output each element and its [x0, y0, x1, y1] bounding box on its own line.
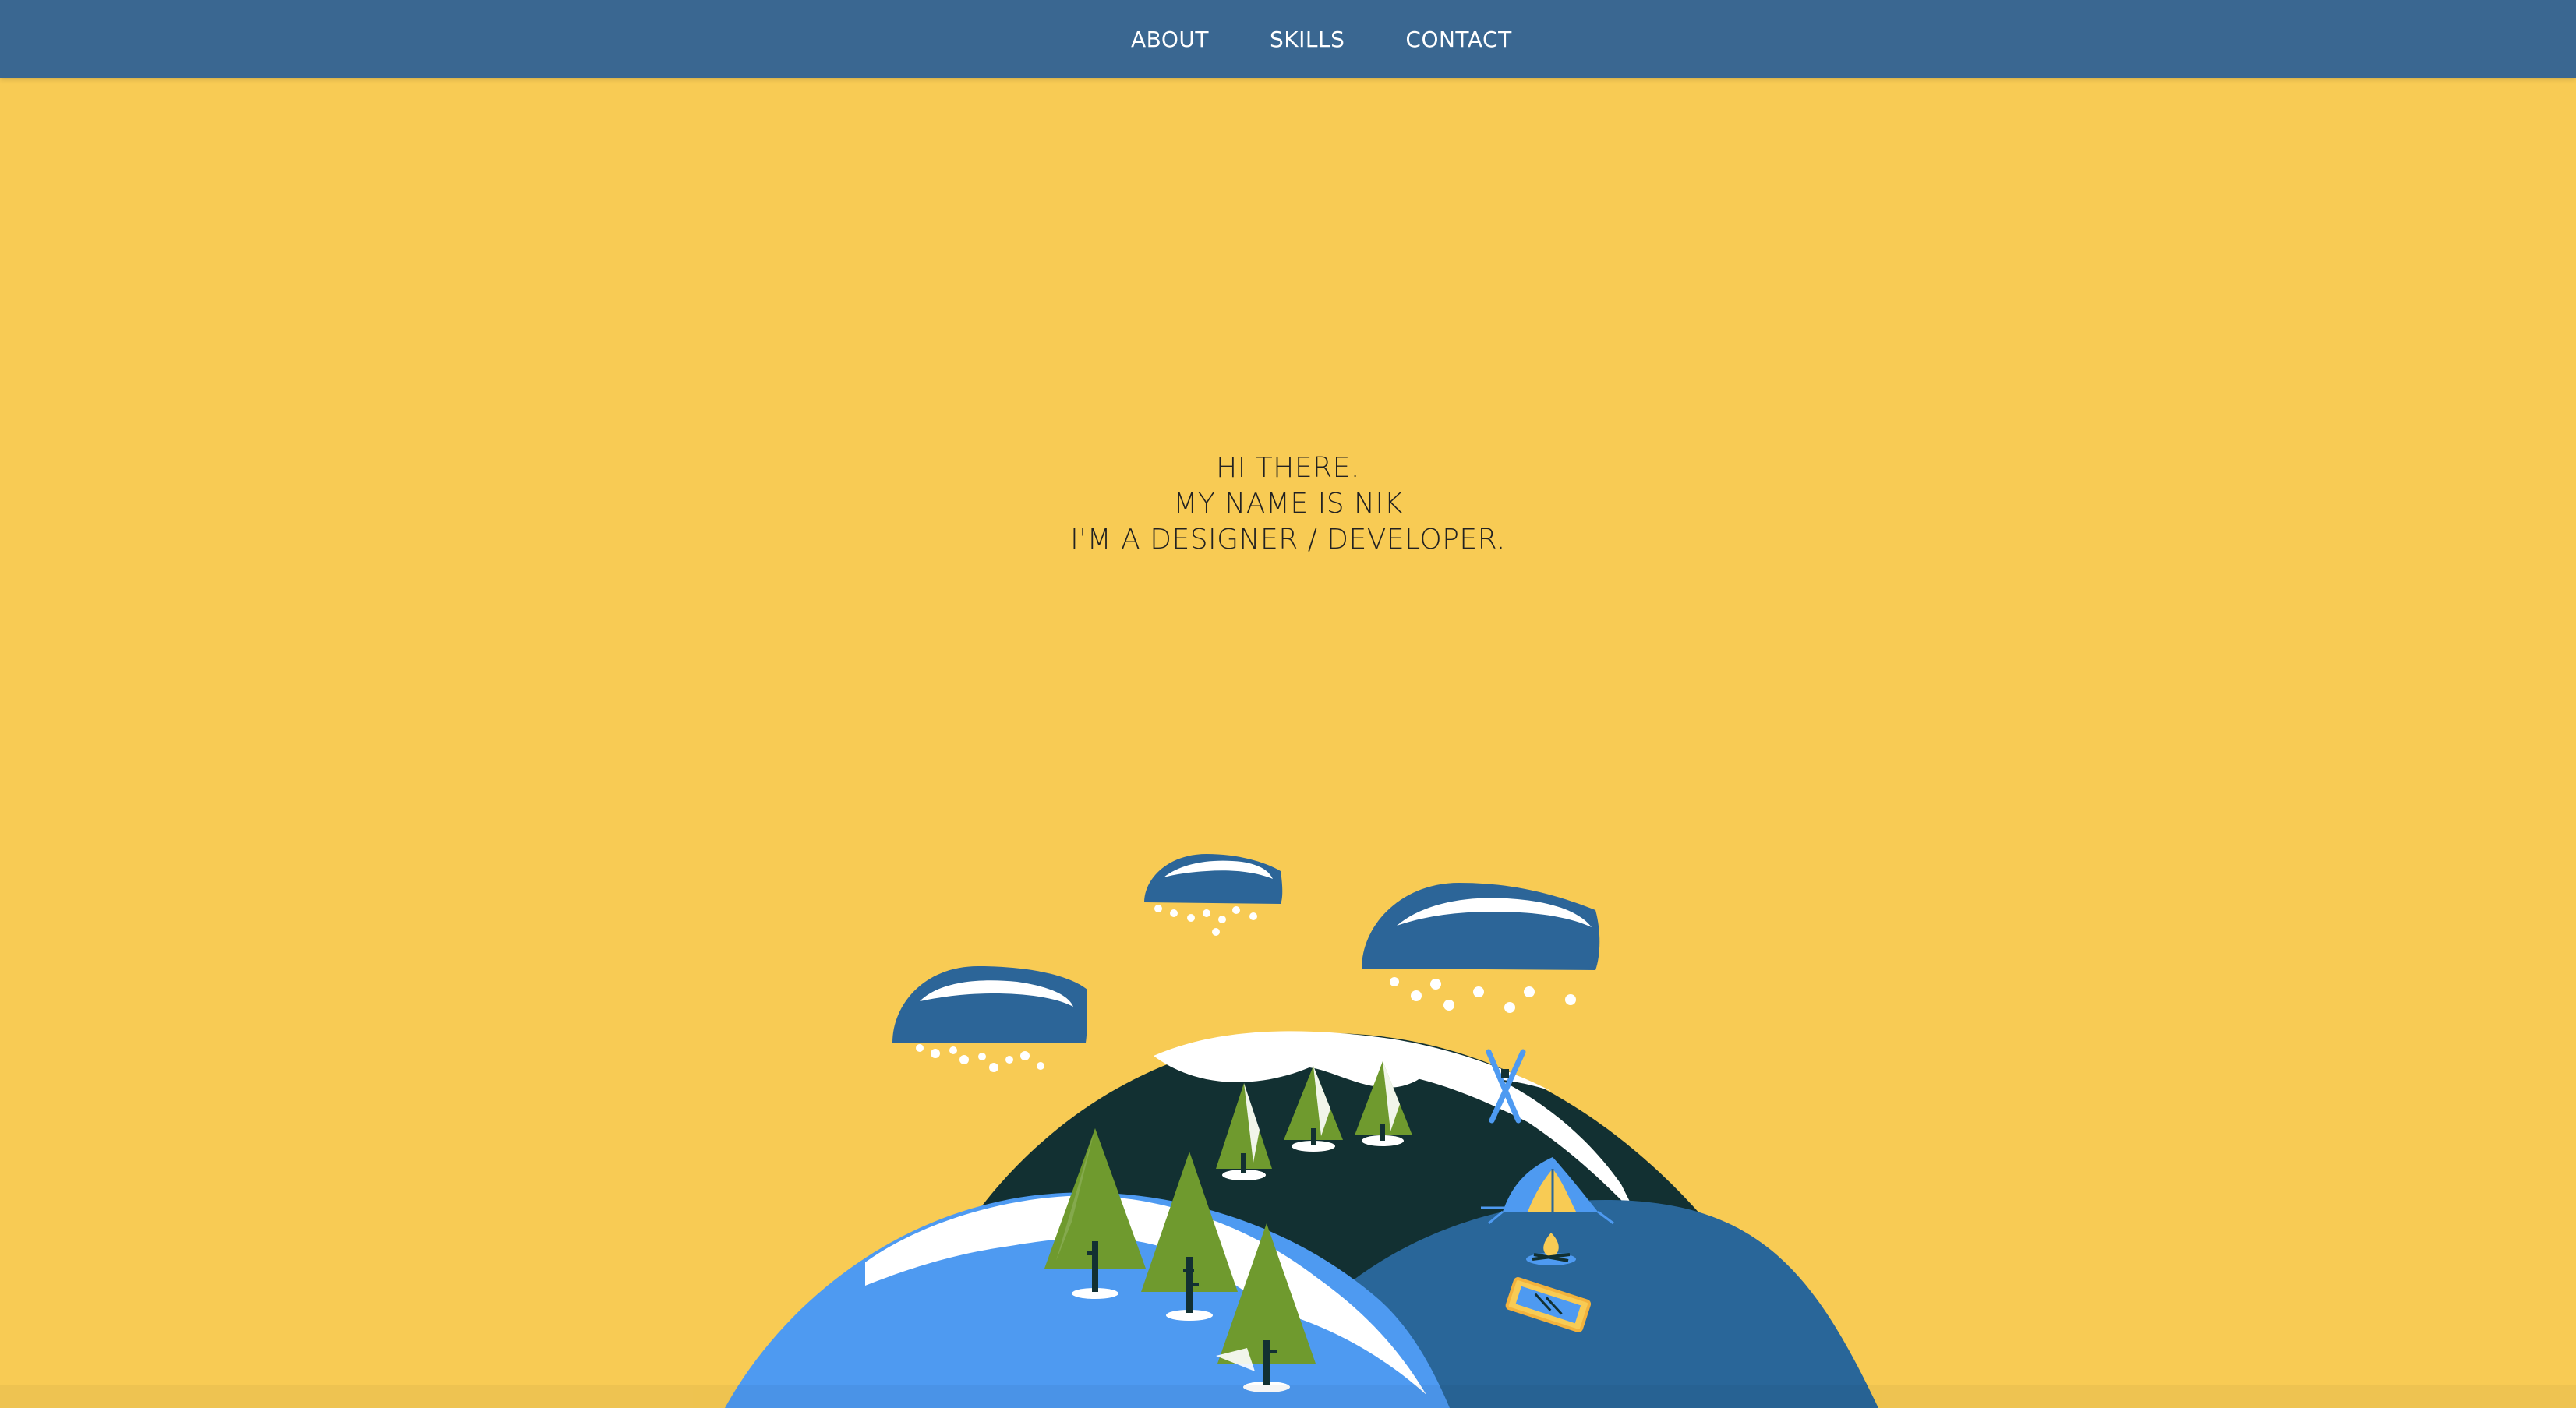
tree-icon [1044, 1128, 1146, 1299]
hero-role: I'M A DESIGNER / DEVELOPER. [1070, 524, 1506, 556]
hero-greeting: HI THERE. [1216, 452, 1360, 484]
nav-about-link[interactable]: ABOUT [1131, 26, 1209, 52]
cloud-icon [892, 966, 1087, 1072]
hero-name: MY NAME IS NIK [1173, 488, 1403, 520]
nav-skills-link[interactable]: SKILLS [1270, 26, 1345, 52]
tree-icon [1141, 1152, 1238, 1321]
dark-hill [881, 1031, 1816, 1408]
hero-intro: HI THERE. MY NAME IS NIK I'M A DESIGNER … [0, 450, 2576, 558]
tree-icon [1216, 1223, 1316, 1392]
top-nav-bar: ABOUT SKILLS CONTACT [0, 0, 2576, 78]
winter-hill-illustration [0, 854, 2576, 1408]
skis-icon [1486, 1049, 1526, 1124]
tree-icon [1284, 1066, 1343, 1152]
sled-icon [1505, 1277, 1592, 1332]
light-blue-hill-left [725, 1192, 1450, 1408]
blue-hill-right [1247, 1200, 1878, 1408]
tree-icon [1355, 1061, 1412, 1146]
cloud-icon [1144, 854, 1283, 936]
nav-contact-link[interactable]: CONTACT [1405, 26, 1511, 52]
tent-icon [1481, 1157, 1614, 1225]
campfire-icon [1526, 1233, 1576, 1265]
cloud-icon [1362, 883, 1600, 1013]
tree-icon [1216, 1083, 1272, 1180]
main-nav: ABOUT SKILLS CONTACT [1131, 0, 1512, 78]
